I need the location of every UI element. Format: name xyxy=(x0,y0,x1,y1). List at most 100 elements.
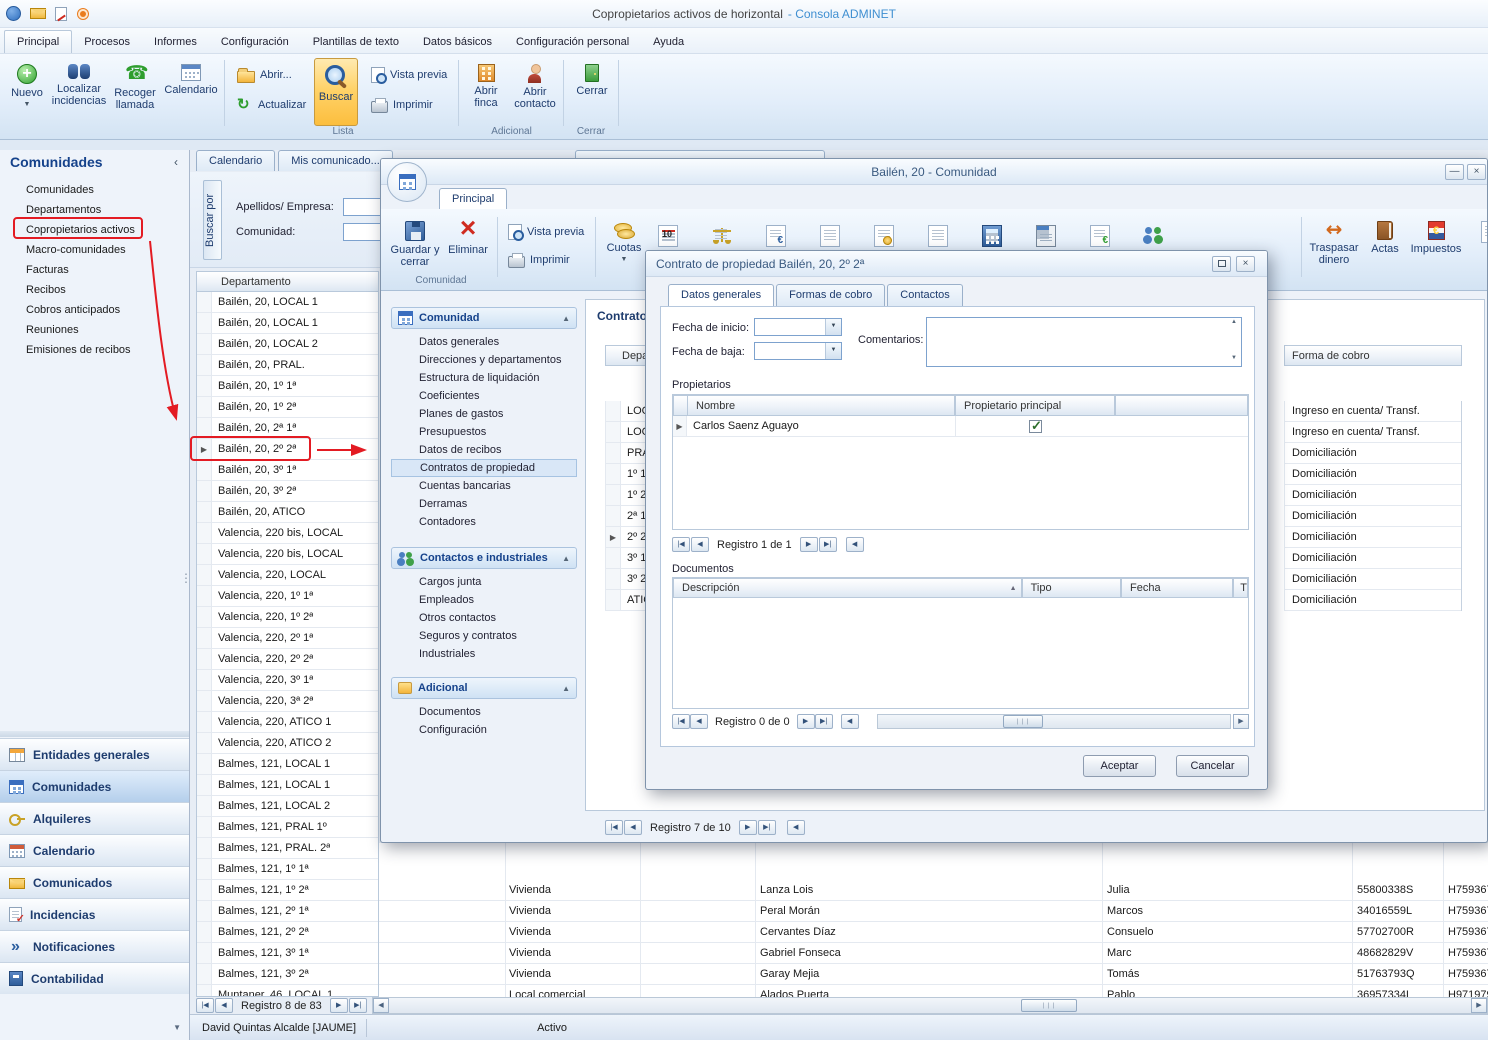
scroll-left-arrow[interactable]: ◀ xyxy=(787,820,805,835)
dialog-nav-item[interactable]: Planes de gastos xyxy=(391,405,577,423)
sidebar-item[interactable]: Departamentos xyxy=(0,200,188,220)
forma-cobro-cell[interactable]: Domiciliación xyxy=(1285,569,1461,590)
calendario-button[interactable]: Calendario xyxy=(163,58,219,126)
sidebar-item[interactable]: Emisiones de recibos xyxy=(0,340,188,360)
last-record-button[interactable]: ▶| xyxy=(819,537,837,552)
sidebar-item[interactable]: Reuniones xyxy=(0,320,188,340)
forma-cobro-cell[interactable]: Domiciliación xyxy=(1285,590,1461,611)
departamento-row[interactable]: Valencia, 220 bis, LOCAL xyxy=(197,544,378,565)
col-t[interactable]: T xyxy=(1233,578,1248,598)
departamento-row[interactable]: Bailén, 20, 2ª 1ª xyxy=(197,418,378,439)
imprimir-button[interactable]: Imprimir xyxy=(366,94,438,116)
menu-item[interactable]: Configuración xyxy=(209,31,301,53)
collapse-sidebar-button[interactable]: ‹ xyxy=(168,155,184,171)
nav-section-comunidad[interactable]: Comunidad ▲ xyxy=(391,307,577,329)
traspasar-dinero-button[interactable]: Traspasar dinero xyxy=(1307,215,1361,277)
departamento-row[interactable]: Valencia, 220, 2º 1ª xyxy=(197,628,378,649)
departamento-row[interactable]: Valencia, 220, ATICO 2 xyxy=(197,733,378,754)
dialog-close-button[interactable]: × xyxy=(1467,164,1486,180)
dialog-titlebar[interactable]: Bailén, 20 - Comunidad xyxy=(381,159,1487,185)
table-row[interactable]: Local comercial Alados Puerta Pablo 3695… xyxy=(379,985,1488,997)
guardar-cerrar-button[interactable]: Guardar y cerrar xyxy=(389,215,441,277)
scroll-left-arrow[interactable]: ◀ xyxy=(841,714,859,729)
sidebar-item[interactable]: Macro-comunidades xyxy=(0,240,188,260)
dialog-minimize-button[interactable]: — xyxy=(1445,164,1464,180)
first-record-button[interactable]: |◀ xyxy=(605,820,623,835)
cancelar-button[interactable]: Cancelar xyxy=(1176,755,1249,777)
dialog-nav-item[interactable]: Empleados xyxy=(391,591,577,609)
actas-button[interactable]: Actas xyxy=(1365,215,1405,277)
departamento-row[interactable]: Balmes, 121, PRAL 1º xyxy=(197,817,378,838)
dialog-nav-item[interactable]: Contratos de propiedad xyxy=(391,459,577,477)
previous-record-button[interactable]: ◀ xyxy=(690,714,708,729)
localizar-incidencias-button[interactable]: Localizar incidencias xyxy=(51,58,107,126)
scroll-left-arrow[interactable]: ◀ xyxy=(846,537,864,552)
first-record-button[interactable]: |◀ xyxy=(672,714,690,729)
sidebar-item[interactable]: Copropietarios activos xyxy=(0,220,188,240)
table-row[interactable]: Vivienda Cervantes Díaz Consuelo 5770270… xyxy=(379,922,1488,943)
dialog-nav-item[interactable]: Seguros y contratos xyxy=(391,627,577,645)
fecha-baja-combo[interactable]: ▼ xyxy=(754,342,842,360)
departamento-row[interactable]: Bailén, 20, LOCAL 1 xyxy=(197,313,378,334)
departamento-row[interactable]: Bailén, 20, 1º 2ª xyxy=(197,397,378,418)
fecha-inicio-combo[interactable]: ▼ xyxy=(754,318,842,336)
eliminar-button[interactable]: Eliminar xyxy=(443,215,493,277)
scrollbar-thumb[interactable]: | | | xyxy=(1021,999,1077,1012)
configure-buttons-arrow[interactable]: ▼ xyxy=(173,1023,181,1032)
departamento-row[interactable]: Balmes, 121, LOCAL 1 xyxy=(197,775,378,796)
departamento-row[interactable]: Valencia, 220, 1º 1ª xyxy=(197,586,378,607)
menu-item[interactable]: Principal xyxy=(4,30,72,53)
sidebar-nav-button[interactable]: Comunicados xyxy=(0,866,189,898)
departamento-row[interactable]: Valencia, 220, 2º 2ª xyxy=(197,649,378,670)
dialog-vista-previa-button[interactable]: Vista previa xyxy=(503,221,589,243)
menu-item[interactable]: Ayuda xyxy=(641,31,696,53)
nuevo-button[interactable]: Nuevo ▼ xyxy=(6,58,48,126)
propietario-row[interactable]: ▶ Carlos Saenz Aguayo xyxy=(673,416,1248,437)
sidebar-item[interactable]: Facturas xyxy=(0,260,188,280)
next-record-button[interactable]: ▶ xyxy=(797,714,815,729)
sidebar-item[interactable]: Cobros anticipados xyxy=(0,300,188,320)
next-record-button[interactable]: ▶ xyxy=(739,820,757,835)
col-tipo[interactable]: Tipo xyxy=(1022,578,1121,598)
documentos-scrollbar[interactable]: | | | xyxy=(877,714,1231,729)
forma-cobro-cell[interactable]: Ingreso en cuenta/ Transf. xyxy=(1285,401,1461,422)
modal-close-button[interactable]: × xyxy=(1236,256,1255,272)
dialog-nav-item[interactable]: Cargos junta xyxy=(391,573,577,591)
modal-window-button[interactable] xyxy=(1212,256,1231,272)
forma-cobro-cell[interactable]: Domiciliación xyxy=(1285,464,1461,485)
departamento-row[interactable]: Balmes, 121, 3º 2ª xyxy=(197,964,378,985)
departamento-row[interactable]: Muntaner, 46, LOCAL 1 xyxy=(197,985,378,997)
menu-item[interactable]: Plantillas de texto xyxy=(301,31,411,53)
next-record-button[interactable]: ▶ xyxy=(800,537,818,552)
dialog-nav-item[interactable]: Documentos xyxy=(391,703,577,721)
sidebar-nav-button[interactable]: Contabilidad xyxy=(0,962,189,994)
sidebar-nav-button[interactable]: Incidencias xyxy=(0,898,189,930)
menu-item[interactable]: Procesos xyxy=(72,31,142,53)
scroll-left-arrow[interactable]: ◀ xyxy=(373,998,389,1013)
table-row[interactable]: Vivienda Garay Mejia Tomás 51763793Q H75… xyxy=(379,964,1488,985)
departamento-row[interactable]: Balmes, 121, 1º 2ª xyxy=(197,880,378,901)
impuestos-button[interactable]: Impuestos xyxy=(1409,215,1463,277)
scroll-right-arrow[interactable]: ▶ xyxy=(1233,714,1249,729)
departamento-row[interactable]: Bailén, 20, 3º 2ª xyxy=(197,481,378,502)
forma-cobro-cell[interactable]: Ingreso en cuenta/ Transf. xyxy=(1285,422,1461,443)
menu-item[interactable]: Configuración personal xyxy=(504,31,641,53)
sidebar-item[interactable]: Recibos xyxy=(0,280,188,300)
col-descripcion[interactable]: Descripción ▲ xyxy=(673,578,1022,598)
departamento-row[interactable]: ▶ Bailén, 20, 2º 2ª xyxy=(197,439,378,460)
abrir-finca-button[interactable]: Abrir finca xyxy=(464,58,508,126)
departamento-row[interactable]: Balmes, 121, PRAL. 2ª xyxy=(197,838,378,859)
scroll-up-icon[interactable]: ▲ xyxy=(1231,319,1237,325)
vista-previa-button[interactable]: Vista previa xyxy=(366,64,452,86)
col-principal[interactable]: Propietario principal xyxy=(955,395,1115,416)
last-record-button[interactable]: ▶| xyxy=(758,820,776,835)
dialog-nav-item[interactable]: Cuentas bancarias xyxy=(391,477,577,495)
departamento-row[interactable]: Balmes, 121, LOCAL 2 xyxy=(197,796,378,817)
tab-calendario[interactable]: Calendario xyxy=(196,150,275,171)
forma-cobro-cell[interactable]: Domiciliación xyxy=(1285,443,1461,464)
departamento-row[interactable]: Bailén, 20, LOCAL 2 xyxy=(197,334,378,355)
sidebar-nav-button[interactable]: Calendario xyxy=(0,834,189,866)
departamento-row[interactable]: Balmes, 121, LOCAL 1 xyxy=(197,754,378,775)
edit-note-icon[interactable] xyxy=(55,7,67,21)
sidebar-nav-button[interactable]: Notificaciones xyxy=(0,930,189,962)
